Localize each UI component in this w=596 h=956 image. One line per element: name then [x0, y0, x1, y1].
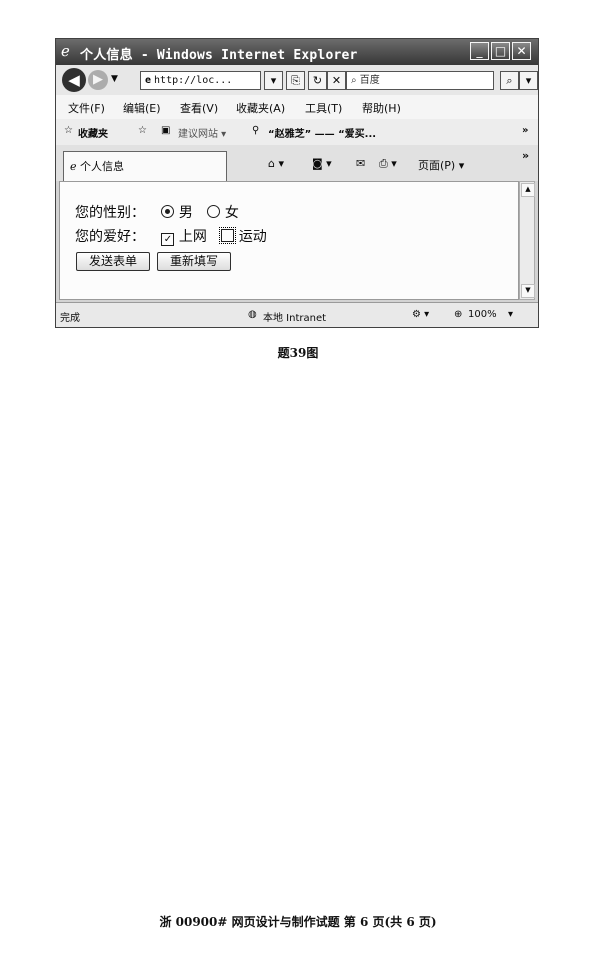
status-bar: 完成 ◍ 本地 Intranet ⚙ ▾ ⊕ 100% ▾	[56, 302, 538, 327]
favorites-item-link[interactable]: “赵雅芝” —— “爱买...	[268, 125, 376, 140]
suggested-sites-icon: ▣	[161, 125, 171, 136]
menu-help[interactable]: 帮助(H)	[362, 100, 401, 116]
window-title: 个人信息 - Windows Internet Explorer	[80, 48, 358, 63]
menu-file[interactable]: 文件(F)	[68, 100, 105, 116]
search-options-button[interactable]: ▾	[519, 71, 538, 90]
add-favorite-icon[interactable]: ☆	[138, 125, 147, 136]
title-bar: ℯ 个人信息 - Windows Internet Explorer _ □ ✕	[56, 39, 538, 65]
gender-label: 您的性别：	[75, 205, 145, 221]
menu-bar: 文件(F) 编辑(E) 查看(V) 收藏夹(A) 工具(T) 帮助(H)	[56, 95, 538, 120]
address-dropdown-button[interactable]: ▾	[264, 71, 283, 90]
favorites-item-suggested[interactable]: 建议网站 ▾	[178, 125, 226, 140]
gender-option-female-label: 女	[224, 205, 239, 221]
search-placeholder: 百度	[359, 75, 380, 86]
submit-button[interactable]: 发送表单	[76, 252, 150, 271]
close-button[interactable]: ✕	[512, 42, 531, 60]
address-value: http://loc...	[154, 75, 233, 86]
mail-icon[interactable]: ✉	[356, 157, 365, 170]
ie-logo-icon: ℯ	[61, 42, 70, 60]
search-button[interactable]: ⌕	[500, 71, 519, 90]
zoom-dropdown-icon[interactable]: ▾	[508, 309, 513, 320]
hobby-option-internet-label: 上网	[178, 229, 207, 245]
scroll-up-icon[interactable]: ▲	[521, 183, 535, 197]
history-dropdown-icon[interactable]: ▼	[111, 74, 118, 84]
hobby-row: 您的爱好： ✓ 上网 运动	[75, 226, 267, 246]
figure-caption: 题39图	[277, 346, 319, 360]
gender-option-male-label: 男	[178, 205, 193, 221]
web-slice-icon: ⚲	[252, 125, 260, 136]
vertical-scrollbar[interactable]: ▲ ▼	[519, 181, 535, 300]
menu-view[interactable]: 查看(V)	[180, 100, 218, 116]
tab-current[interactable]: ℯ 个人信息	[63, 151, 227, 181]
tab-page-icon: ℯ	[70, 160, 77, 173]
page-footer: 浙 00900# 网页设计与制作试题 第 6 页(共 6 页)	[159, 915, 437, 929]
print-icon[interactable]: ⎙ ▾	[379, 157, 397, 171]
zoom-icon: ⊕	[454, 309, 463, 320]
refresh-button[interactable]: ↻	[308, 71, 327, 90]
security-zone: 本地 Intranet	[263, 313, 327, 324]
page-content: 您的性别： 男 女 您的爱好： ✓ 上网 运动 发送表单 重新填写	[59, 181, 519, 300]
hobby-checkbox-internet[interactable]: ✓	[161, 233, 175, 246]
page-menu-button[interactable]: 页面(P) ▾	[418, 157, 464, 173]
maximize-button[interactable]: □	[491, 42, 510, 60]
browser-screenshot: ℯ 个人信息 - Windows Internet Explorer _ □ ✕…	[55, 38, 539, 328]
menu-tools[interactable]: 工具(T)	[305, 100, 342, 116]
address-field[interactable]: e http://loc...	[140, 71, 261, 90]
navigation-bar: ◀ ▶ ▼ e http://loc... ▾ ⎘ ↻ ✕ ⌕ 百度 ⌕ ▾	[56, 65, 538, 95]
scroll-down-icon[interactable]: ▼	[521, 284, 535, 298]
minimize-button[interactable]: _	[470, 42, 489, 60]
back-button[interactable]: ◀	[62, 68, 86, 92]
hobby-option-sports-label: 运动	[238, 229, 267, 245]
favorites-overflow-icon[interactable]: »	[522, 125, 528, 136]
status-text: 完成	[60, 313, 80, 324]
intranet-zone-icon: ◍	[248, 309, 257, 320]
search-field[interactable]: ⌕ 百度	[346, 71, 494, 90]
gender-row: 您的性别： 男 女	[75, 202, 239, 222]
forward-button[interactable]: ▶	[88, 70, 108, 90]
hobby-label: 您的爱好：	[75, 229, 145, 245]
favorites-bar: ☆ 收藏夹 ☆ ▣ 建议网站 ▾ ⚲ “赵雅芝” —— “爱买... »	[56, 119, 538, 146]
tab-title: 个人信息	[80, 160, 125, 173]
page-icon: e	[145, 75, 152, 86]
favorites-label[interactable]: 收藏夹	[78, 125, 108, 140]
compatibility-view-button[interactable]: ⎘	[286, 71, 305, 90]
zoom-level[interactable]: 100%	[468, 309, 497, 320]
protected-mode-icon[interactable]: ⚙ ▾	[412, 309, 429, 320]
command-overflow-icon[interactable]: »	[522, 149, 529, 162]
reset-button[interactable]: 重新填写	[157, 252, 231, 271]
menu-edit[interactable]: 编辑(E)	[123, 100, 161, 116]
stop-button[interactable]: ✕	[327, 71, 346, 90]
home-icon[interactable]: ⌂ ▾	[268, 157, 284, 170]
search-small-icon: ⌕	[351, 75, 357, 86]
feeds-icon[interactable]: ◙ ▾	[312, 157, 332, 170]
gender-radio-female[interactable]	[207, 205, 221, 218]
tab-row: ℯ 个人信息 ⌂ ▾ ◙ ▾ ✉ ⎙ ▾ 页面(P) ▾ »	[56, 145, 538, 181]
hobby-checkbox-sports[interactable]	[219, 227, 237, 244]
favorites-star-icon: ☆	[64, 125, 73, 136]
menu-favorites[interactable]: 收藏夹(A)	[236, 100, 285, 116]
gender-radio-male[interactable]	[161, 205, 175, 218]
